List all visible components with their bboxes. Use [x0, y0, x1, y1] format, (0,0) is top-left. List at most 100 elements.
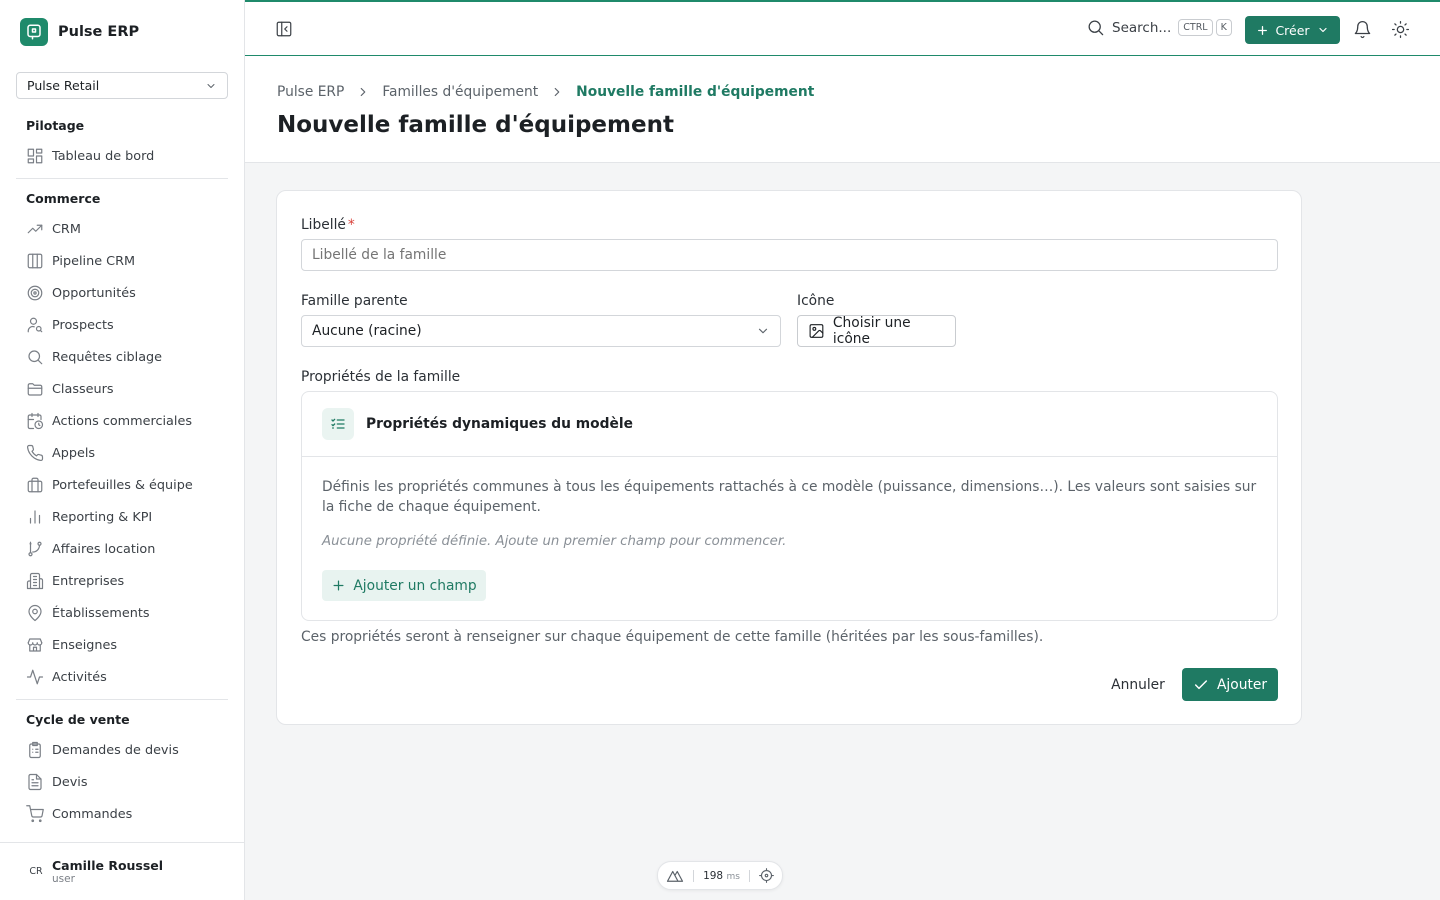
chevron-down-icon: [1318, 27, 1327, 33]
shortcut-key: CTRL: [1178, 19, 1213, 36]
sidebar-item-devis[interactable]: Devis: [16, 766, 228, 798]
render-time-value: 198: [703, 869, 724, 882]
sidebar-item-label: Activités: [52, 669, 107, 685]
avatar: CR: [29, 866, 43, 877]
user-name: Camille Roussel: [52, 857, 164, 873]
sidebar-item-label: Enseignes: [52, 637, 118, 653]
submit-label: Ajouter: [1216, 676, 1268, 693]
sidebar-item-affaires-location[interactable]: Affaires location: [16, 533, 228, 565]
search-button[interactable]: Search... CTRL K: [1086, 18, 1232, 37]
add-field-button[interactable]: Ajouter un champ: [322, 570, 486, 601]
properties-hint: Ces propriétés seront à renseigner sur c…: [301, 629, 1044, 645]
sidebar-item-label: Affaires location: [52, 541, 156, 557]
cancel-button[interactable]: Annuler: [1103, 669, 1173, 701]
phone-icon: [26, 444, 44, 462]
brand-name: Pulse ERP: [58, 24, 140, 40]
divider: [693, 869, 695, 882]
sidebar-nav: Pilotage Tableau de bord Commerce CRM Pi…: [16, 116, 228, 830]
user-menu[interactable]: CR Camille Roussel user: [0, 842, 244, 900]
sidebar-item-label: Devis: [52, 774, 88, 790]
required-mark: *: [347, 217, 355, 233]
organization-select[interactable]: Pulse Retail: [16, 72, 228, 99]
sidebar-item-label: Actions commerciales: [52, 413, 192, 429]
divider: [748, 869, 750, 882]
sidebar-item-reporting-kpi[interactable]: Reporting & KPI: [16, 501, 228, 533]
sidebar-toggle-button[interactable]: [275, 20, 293, 38]
nav-section-title: Commerce: [26, 191, 101, 206]
sidebar-item-label: Pipeline CRM: [52, 253, 136, 269]
organization-select-value: Pulse Retail: [27, 78, 100, 93]
sidebar-item-prospects[interactable]: Prospects: [16, 309, 228, 341]
sidebar-item-opportunites[interactable]: Opportunités: [16, 277, 228, 309]
sidebar-item-etablissements[interactable]: Établissements: [16, 597, 228, 629]
sidebar-item-label: Requêtes ciblage: [52, 349, 163, 365]
sidebar: Pulse ERP Pulse Retail Pilotage Tableau …: [0, 0, 245, 900]
brand-logo-icon: [20, 18, 48, 46]
breadcrumb-current: Nouvelle famille d'équipement: [576, 84, 815, 100]
sidebar-item-crm[interactable]: CRM: [16, 213, 228, 245]
chevron-down-icon: [758, 328, 768, 334]
label-field-label-text: Libellé: [301, 217, 346, 233]
clipboard-list-icon: [29, 741, 41, 759]
parent-family-select[interactable]: Aucune (racine): [301, 315, 781, 347]
nuxt-logo-icon: [666, 870, 684, 882]
breadcrumb-item[interactable]: Pulse ERP: [277, 84, 344, 100]
sidebar-item-commandes[interactable]: Commandes: [16, 798, 228, 830]
bell-icon: [1354, 21, 1371, 39]
sidebar-toggle-icon: [276, 21, 292, 37]
submit-button[interactable]: Ajouter: [1182, 668, 1278, 701]
properties-empty-state: Aucune propriété définie. Ajoute un prem…: [322, 534, 787, 549]
map-pin-icon: [28, 604, 42, 622]
label-field-label: Libellé *: [301, 217, 355, 233]
sidebar-item-classeurs[interactable]: Classeurs: [16, 373, 228, 405]
sidebar-item-label: CRM: [52, 221, 81, 237]
label-input[interactable]: [301, 239, 1278, 271]
choose-icon-button[interactable]: Choisir une icône: [797, 315, 956, 347]
sidebar-item-label: Appels: [52, 445, 96, 461]
topbar: Search... CTRL K Créer: [245, 0, 1440, 56]
sidebar-item-actions-commerciales[interactable]: Actions commerciales: [16, 405, 228, 437]
brand[interactable]: Pulse ERP: [20, 18, 139, 46]
user-search-icon: [27, 317, 43, 333]
cart-icon: [26, 805, 44, 823]
store-icon: [27, 638, 43, 652]
sidebar-item-appels[interactable]: Appels: [16, 437, 228, 469]
theme-toggle-button[interactable]: [1391, 20, 1410, 39]
sidebar-item-label: Opportunités: [52, 285, 136, 301]
search-icon: [28, 350, 43, 365]
nav-section-title: Cycle de vente: [26, 712, 130, 727]
dashboard-icon: [27, 148, 43, 164]
sidebar-item-tableau-de-bord[interactable]: Tableau de bord: [16, 140, 228, 172]
sidebar-item-enseignes[interactable]: Enseignes: [16, 629, 228, 661]
notifications-button[interactable]: [1353, 20, 1372, 39]
create-button[interactable]: Créer: [1245, 16, 1340, 44]
activity-icon: [26, 669, 44, 685]
chevron-right-icon: [554, 87, 560, 97]
sidebar-item-portefeuilles-equipe[interactable]: Portefeuilles & équipe: [16, 469, 228, 501]
render-time-unit: ms: [726, 871, 740, 882]
devtools-pill[interactable]: 198 ms: [657, 861, 783, 890]
create-button-label: Créer: [1275, 22, 1310, 38]
list-checks-icon: [322, 408, 354, 440]
sidebar-item-entreprises[interactable]: Entreprises: [16, 565, 228, 597]
image-icon: [809, 324, 824, 338]
breadcrumb-item[interactable]: Familles d'équipement: [382, 84, 538, 100]
sidebar-item-pipeline-crm[interactable]: Pipeline CRM: [16, 245, 228, 277]
sidebar-item-demandes-de-devis[interactable]: Demandes de devis: [16, 734, 228, 766]
nav-section-title: Pilotage: [26, 118, 85, 133]
sidebar-item-label: Tableau de bord: [52, 148, 155, 164]
parent-family-value: Aucune (racine): [312, 323, 422, 339]
chevron-right-icon: [361, 87, 366, 97]
plus-icon: [333, 580, 344, 591]
sidebar-item-requetes-ciblage[interactable]: Requêtes ciblage: [16, 341, 228, 373]
folder-icon: [27, 383, 43, 396]
sun-icon: [1391, 20, 1410, 39]
page-header: Pulse ERP Familles d'équipement Nouvelle…: [245, 56, 1440, 163]
sidebar-item-label: Portefeuilles & équipe: [52, 477, 193, 493]
plus-icon: [1258, 25, 1268, 35]
sidebar-item-label: Classeurs: [52, 381, 114, 397]
search-label: Search...: [1112, 19, 1172, 36]
sidebar-item-activites[interactable]: Activités: [16, 661, 228, 693]
choose-icon-label: Choisir une icône: [832, 315, 911, 347]
parent-field-label: Famille parente: [301, 293, 408, 309]
